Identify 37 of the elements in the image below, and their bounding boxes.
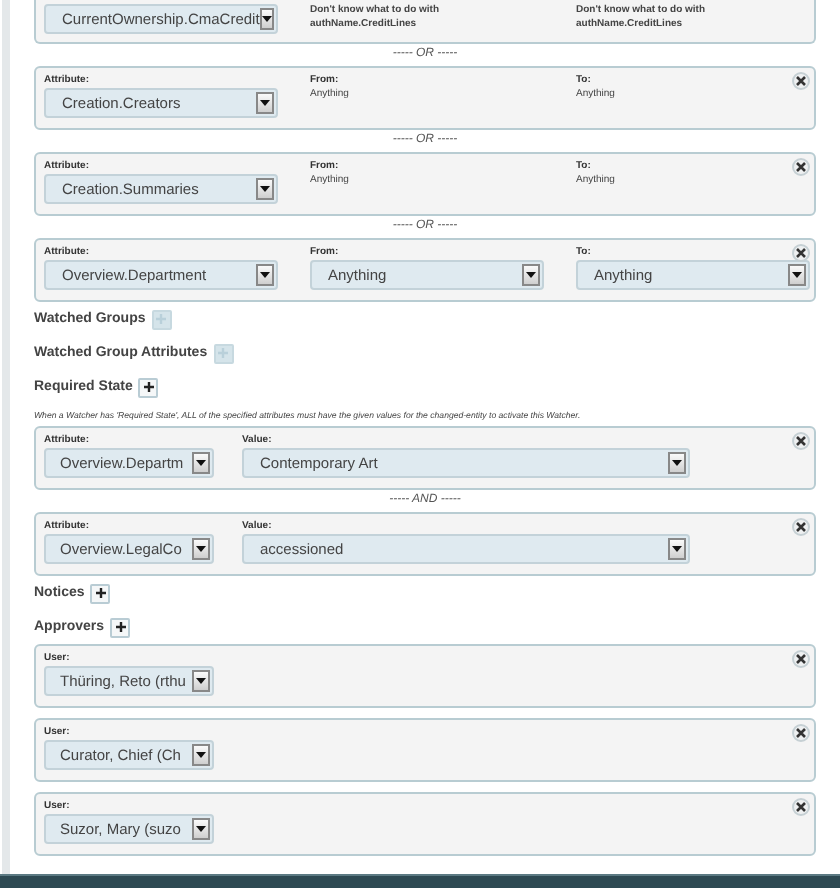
caret-icon [522,264,540,286]
caret-icon [192,818,210,840]
plus-icon [218,348,229,358]
add-button[interactable] [90,583,111,603]
caret-icon [788,264,806,286]
remove-button[interactable] [792,158,810,176]
close-icon [796,76,806,86]
caret-icon [192,670,210,692]
close-icon [796,248,806,258]
plus-icon [143,382,154,392]
close-icon [796,728,806,738]
caret-icon [192,538,210,560]
plus-icon [156,314,167,324]
caret-icon [192,452,210,474]
remove-button[interactable] [792,72,810,90]
caret-icon [256,178,274,200]
caret-icon [256,264,274,286]
close-icon [796,802,806,812]
close-icon [796,162,806,172]
close-icon [796,654,806,664]
remove-button[interactable] [792,432,810,450]
remove-button[interactable] [792,724,810,742]
caret-icon [668,452,686,474]
caret-icon [256,92,274,114]
caret-icon [192,744,210,766]
add-button[interactable] [138,377,159,397]
remove-button[interactable] [792,798,810,816]
plus-icon [95,588,106,598]
caret-icon [668,538,686,560]
close-icon [796,522,806,532]
remove-button[interactable] [792,518,810,536]
plus-icon [115,622,126,632]
remove-button[interactable] [792,650,810,668]
caret-icon [259,8,274,30]
remove-button[interactable] [792,244,810,262]
close-icon [796,436,806,446]
add-button[interactable] [110,617,131,637]
